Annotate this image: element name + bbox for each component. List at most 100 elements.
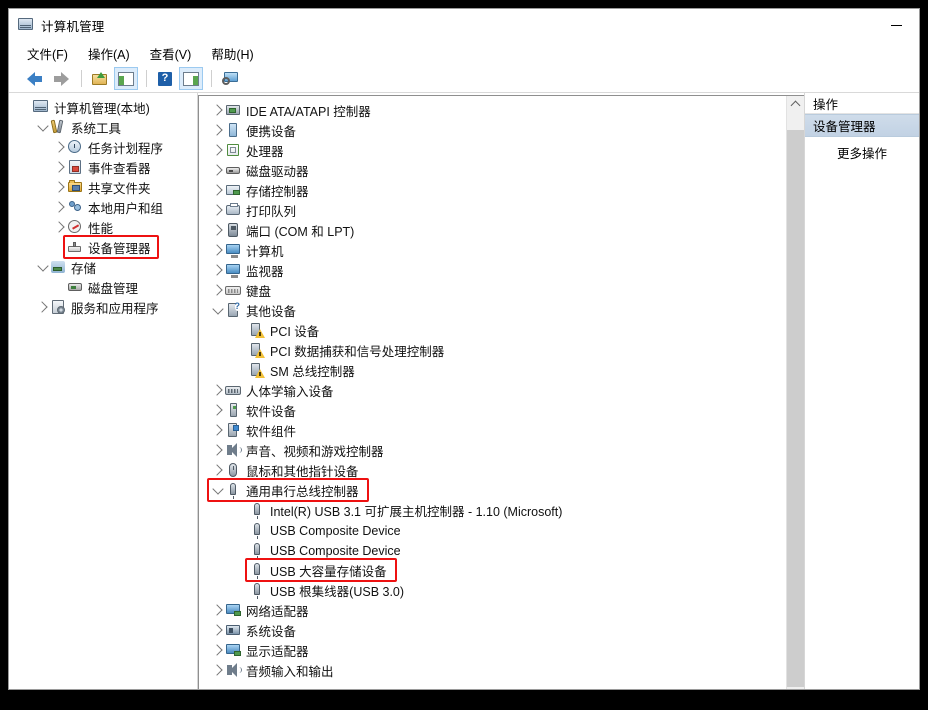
device-item-row[interactable]: USB Composite Device <box>199 520 786 540</box>
chevron-down-icon[interactable] <box>36 117 50 137</box>
menu-view[interactable]: 查看(V) <box>150 44 192 63</box>
console-tree-item-row[interactable]: 计算机管理(本地) <box>9 97 197 117</box>
unknown-device-warning-icon <box>249 362 265 378</box>
console-tree-item-label: 本地用户和组 <box>88 202 164 216</box>
console-tree-item-row[interactable]: 本地用户和组 <box>9 197 197 217</box>
chevron-right-icon[interactable] <box>211 200 225 220</box>
chevron-right-icon[interactable] <box>211 660 225 680</box>
device-item-row[interactable]: 人体学输入设备 <box>199 380 786 400</box>
chevron-right-icon[interactable] <box>53 157 67 177</box>
chevron-right-icon[interactable] <box>53 137 67 157</box>
console-tree-item-row[interactable]: 共享文件夹 <box>9 177 197 197</box>
other-devices-icon <box>225 302 241 318</box>
chevron-right-icon[interactable] <box>211 140 225 160</box>
minimize-button[interactable] <box>873 9 919 41</box>
scrollbar-thumb[interactable] <box>787 130 804 687</box>
chevron-right-icon[interactable] <box>211 380 225 400</box>
chevron-right-icon[interactable] <box>211 100 225 120</box>
chevron-right-icon[interactable] <box>211 220 225 240</box>
console-tree-item-row[interactable]: 系统工具 <box>9 117 197 137</box>
device-item-row[interactable]: 磁盘驱动器 <box>199 160 786 180</box>
chevron-right-icon[interactable] <box>211 260 225 280</box>
processor-icon <box>225 142 241 158</box>
device-item-row[interactable]: PCI 设备 <box>199 320 786 340</box>
device-tree-vertical-scrollbar[interactable] <box>786 96 804 689</box>
show-hide-action-pane-button[interactable] <box>179 67 203 90</box>
device-item-row[interactable]: SM 总线控制器 <box>199 360 786 380</box>
back-button[interactable] <box>23 67 47 90</box>
device-item-row[interactable]: 打印队列 <box>199 200 786 220</box>
device-item-row[interactable]: 网络适配器 <box>199 600 786 620</box>
device-item-row[interactable]: 存储控制器 <box>199 180 786 200</box>
help-button[interactable]: ? <box>153 67 177 90</box>
scan-for-hardware-changes-button[interactable] <box>218 67 242 90</box>
chevron-down-icon[interactable] <box>36 257 50 277</box>
console-tree-item-row[interactable]: 存储 <box>9 257 197 277</box>
chevron-right-icon[interactable] <box>53 197 67 217</box>
device-item-label: 计算机 <box>246 245 284 259</box>
usb-device-icon <box>249 542 265 559</box>
device-item-row[interactable]: 便携设备 <box>199 120 786 140</box>
device-item-row[interactable]: 声音、视频和游戏控制器 <box>199 440 786 460</box>
device-item-row[interactable]: 端口 (COM 和 LPT) <box>199 220 786 240</box>
chevron-right-icon[interactable] <box>211 180 225 200</box>
chevron-right-icon[interactable] <box>211 640 225 660</box>
device-item-row[interactable]: 软件设备 <box>199 400 786 420</box>
device-item-label: 通用串行总线控制器 <box>246 485 359 499</box>
actions-pane: 操作 设备管理器 更多操作 <box>804 93 919 689</box>
chevron-right-icon[interactable] <box>211 420 225 440</box>
console-tree-item-row[interactable]: 设备管理器 <box>9 237 197 257</box>
chevron-right-icon[interactable] <box>211 600 225 620</box>
scroll-up-button[interactable] <box>787 96 804 113</box>
device-item-label: 人体学输入设备 <box>246 385 334 399</box>
device-item-row[interactable]: 处理器 <box>199 140 786 160</box>
console-tree-item-row[interactable]: 磁盘管理 <box>9 277 197 297</box>
device-item-row[interactable]: 其他设备 <box>199 300 786 320</box>
disk-management-icon <box>67 279 83 295</box>
chevron-right-icon[interactable] <box>211 240 225 260</box>
chevron-right-icon[interactable] <box>36 297 50 317</box>
actions-more-item[interactable]: 更多操作 <box>805 142 919 163</box>
console-tree-item-row[interactable]: 服务和应用程序 <box>9 297 197 317</box>
device-item-row[interactable]: 音频输入和输出 <box>199 660 786 680</box>
device-item-row[interactable]: 监视器 <box>199 260 786 280</box>
console-tree-item-row[interactable]: 事件查看器 <box>9 157 197 177</box>
console-tree-item-row[interactable]: 任务计划程序 <box>9 137 197 157</box>
device-item-row[interactable]: USB 根集线器(USB 3.0) <box>199 580 786 600</box>
forward-button[interactable] <box>49 67 73 90</box>
show-hide-console-tree-button[interactable] <box>114 67 138 90</box>
device-item-label: 软件组件 <box>246 425 297 439</box>
console-tree-item-row[interactable]: 性能 <box>9 217 197 237</box>
device-item-row[interactable]: 鼠标和其他指针设备 <box>199 460 786 480</box>
chevron-down-icon[interactable] <box>211 480 225 500</box>
chevron-right-icon[interactable] <box>211 400 225 420</box>
chevron-right-icon[interactable] <box>211 440 225 460</box>
chevron-down-icon[interactable] <box>211 300 225 320</box>
device-item-row[interactable]: PCI 数据捕获和信号处理控制器 <box>199 340 786 360</box>
chevron-right-icon[interactable] <box>211 160 225 180</box>
chevron-right-icon[interactable] <box>53 217 67 237</box>
chevron-right-icon[interactable] <box>211 280 225 300</box>
device-item-row[interactable]: IDE ATA/ATAPI 控制器 <box>199 100 786 120</box>
device-item-row[interactable]: 显示适配器 <box>199 640 786 660</box>
actions-device-manager-item[interactable]: 设备管理器 <box>805 114 919 137</box>
chevron-right-icon[interactable] <box>53 177 67 197</box>
device-item-row[interactable]: 计算机 <box>199 240 786 260</box>
menu-action[interactable]: 操作(A) <box>88 44 130 63</box>
chevron-right-icon[interactable] <box>211 120 225 140</box>
device-item-row[interactable]: Intel(R) USB 3.1 可扩展主机控制器 - 1.10 (Micros… <box>199 500 786 520</box>
up-one-level-button[interactable] <box>88 67 112 90</box>
device-item-row[interactable]: 系统设备 <box>199 620 786 640</box>
device-item-row[interactable]: 软件组件 <box>199 420 786 440</box>
menu-help[interactable]: 帮助(H) <box>211 44 253 63</box>
menu-file[interactable]: 文件(F) <box>27 44 68 63</box>
device-item-row[interactable]: 键盘 <box>199 280 786 300</box>
device-item-row[interactable]: 通用串行总线控制器 <box>199 480 786 500</box>
chevron-right-icon[interactable] <box>211 620 225 640</box>
chevron-right-icon[interactable] <box>211 460 225 480</box>
device-item-row[interactable]: USB 大容量存储设备 <box>199 560 786 580</box>
device-item-label: 打印队列 <box>246 205 297 219</box>
device-item-label: 存储控制器 <box>246 185 309 199</box>
console-tree-item-label: 设备管理器 <box>88 242 151 256</box>
device-item-row[interactable]: USB Composite Device <box>199 540 786 560</box>
